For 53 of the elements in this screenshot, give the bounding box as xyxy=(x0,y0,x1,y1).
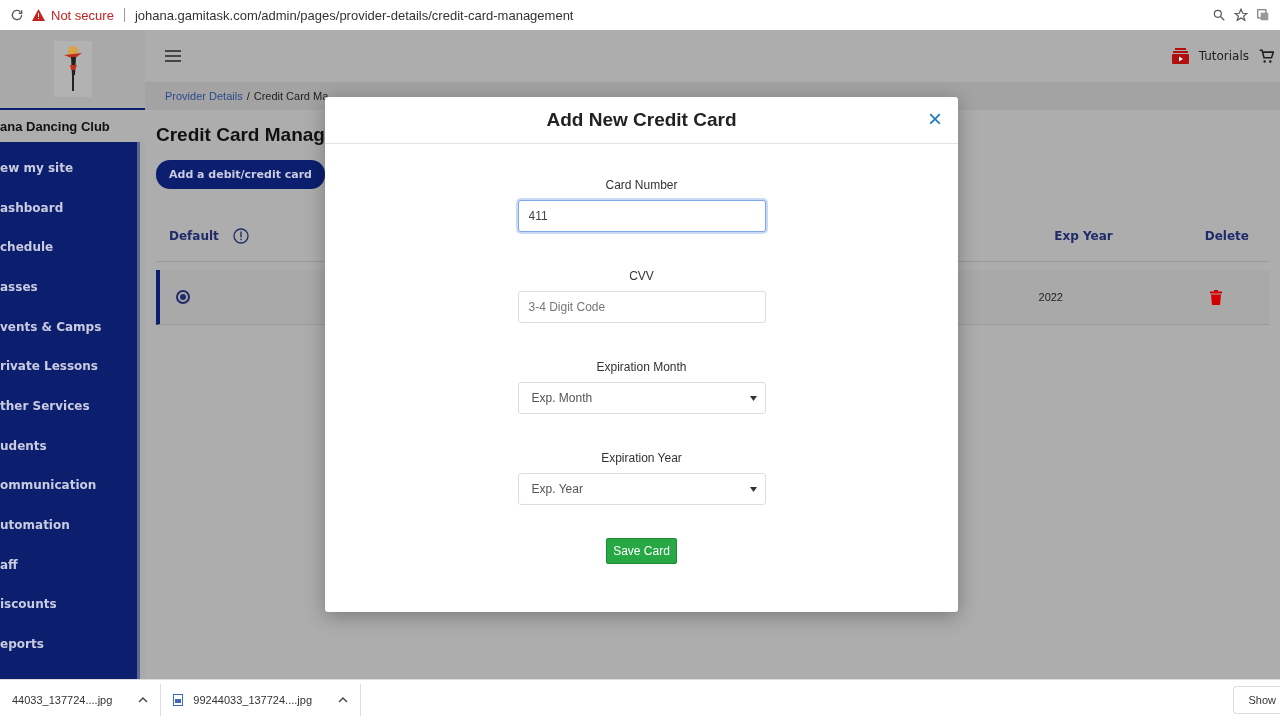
nav-link[interactable]: ther Services xyxy=(0,386,137,426)
caret-icon xyxy=(749,395,757,401)
reload-icon[interactable] xyxy=(10,8,24,22)
warning-icon xyxy=(32,9,45,21)
field-label: CVV xyxy=(629,269,654,283)
image-file-icon xyxy=(173,694,184,706)
field-label: Expiration Month xyxy=(596,360,687,374)
chevron-up-icon[interactable] xyxy=(138,697,149,703)
tutorials-link[interactable]: Tutorials xyxy=(1198,49,1249,63)
download-filename[interactable]: 99244033_137724....jpg xyxy=(193,694,312,706)
nav-link[interactable]: ommunication xyxy=(0,465,137,506)
text-field[interactable]: 411 xyxy=(517,200,766,232)
nav-link[interactable]: eports xyxy=(0,624,137,664)
extension-icon[interactable] xyxy=(1256,8,1270,22)
nav-link[interactable]: asses xyxy=(0,267,137,307)
nav-link[interactable]: vents & Camps xyxy=(0,306,137,347)
default-radio[interactable] xyxy=(176,290,190,304)
dropdown-select[interactable]: Exp. Month xyxy=(517,382,766,414)
menu-icon[interactable] xyxy=(165,50,181,62)
chevron-up-icon[interactable] xyxy=(338,697,348,703)
club-name: ana Dancing Club xyxy=(0,110,145,142)
field-label: Card Number xyxy=(605,178,678,192)
column-header: Exp Year xyxy=(1054,229,1113,243)
page-title: Credit Card Manag xyxy=(156,124,326,146)
column-header: Default xyxy=(169,229,219,243)
nav-link[interactable]: ashboard xyxy=(0,187,137,228)
address-bar[interactable]: johana.gamitask.com/admin/pages/provider-details/credit-card-management xyxy=(134,7,574,23)
nav-link[interactable]: utomation xyxy=(0,505,137,545)
cart-icon[interactable] xyxy=(1259,48,1274,64)
nav-link[interactable]: rivate Lessons xyxy=(0,346,137,387)
caret-icon xyxy=(749,486,757,492)
info-icon xyxy=(232,228,249,244)
nav-link[interactable]: iscounts xyxy=(0,584,137,625)
download-filename[interactable]: 44033_137724....jpg xyxy=(12,694,113,706)
table-cell: 2022 xyxy=(1038,291,1063,303)
add-card-button[interactable]: Add a debit/credit card xyxy=(156,160,325,189)
modal-title: Add New Credit Card xyxy=(546,109,737,131)
text-field[interactable]: 3-4 Digit Code xyxy=(517,291,766,323)
nav-link[interactable]: ew my site xyxy=(0,148,137,188)
breadcrumb-separator: / xyxy=(246,90,250,102)
security-label: Not secure xyxy=(51,7,114,23)
nav-link[interactable]: aff xyxy=(0,544,137,585)
nav-link[interactable]: udents xyxy=(0,425,137,466)
video-icon xyxy=(1171,48,1189,64)
show-all-button[interactable]: Show xyxy=(1233,686,1280,714)
field-label: Expiration Year xyxy=(601,451,682,465)
nav-link[interactable]: chedule xyxy=(0,227,137,268)
star-icon[interactable] xyxy=(1234,8,1248,22)
close-button[interactable]: × xyxy=(926,107,944,131)
dropdown-select[interactable]: Exp. Year xyxy=(517,473,766,505)
dancer-logo xyxy=(53,41,92,97)
zoom-icon[interactable] xyxy=(1212,8,1226,22)
column-header: Delete xyxy=(1204,229,1249,243)
